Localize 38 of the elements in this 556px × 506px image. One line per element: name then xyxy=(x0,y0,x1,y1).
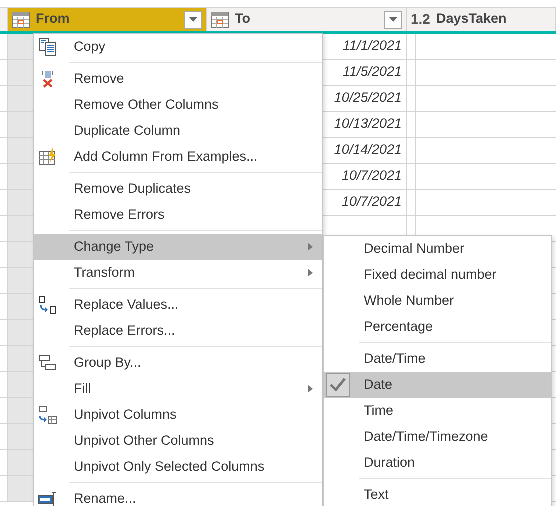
menu-item[interactable]: Duration xyxy=(324,450,551,476)
column-title: From xyxy=(36,10,71,28)
menu-item[interactable]: Rename... xyxy=(34,486,322,506)
column-title: To xyxy=(235,10,252,28)
column-header[interactable]: From xyxy=(8,8,207,31)
menu-item[interactable]: Text xyxy=(324,482,551,506)
dropdown-button[interactable] xyxy=(384,10,402,28)
dropdown-button[interactable] xyxy=(184,10,202,28)
table-lightning-icon xyxy=(38,148,58,166)
menu-item[interactable]: Fill xyxy=(34,376,322,402)
menu-item[interactable]: Time xyxy=(324,398,551,424)
menu-item[interactable]: Fixed decimal number xyxy=(324,262,551,288)
caret-icon xyxy=(388,17,398,22)
menu-item[interactable]: Replace Errors... xyxy=(34,318,322,344)
menu-item[interactable]: Unpivot Only Selected Columns xyxy=(34,454,322,480)
column-title: DaysTaken xyxy=(436,10,508,28)
menu-item[interactable]: Transform xyxy=(34,260,322,286)
menu-item[interactable]: Whole Number xyxy=(324,288,551,314)
type-label: 1.2 xyxy=(411,10,430,29)
menu-item[interactable]: Change Type xyxy=(34,234,322,260)
menu-item[interactable]: Unpivot Columns xyxy=(34,402,322,428)
column-header[interactable]: To xyxy=(207,8,407,31)
column-header[interactable]: 1.2 DaysTaken xyxy=(407,8,556,31)
menu-item[interactable]: Group By... xyxy=(34,350,322,376)
menu-item[interactable]: Unpivot Other Columns xyxy=(34,428,322,454)
menu-item[interactable]: Decimal Number xyxy=(324,236,551,262)
caret-icon xyxy=(188,17,198,22)
menu-item[interactable]: Percentage xyxy=(324,314,551,340)
group-by-icon xyxy=(38,354,58,372)
unpivot-icon xyxy=(38,406,58,424)
replace-arrow-icon xyxy=(38,296,58,314)
copy-icon xyxy=(38,38,58,56)
calendar-icon xyxy=(211,12,229,28)
calendar-icon xyxy=(12,12,30,28)
menu-item[interactable]: Date xyxy=(324,372,551,398)
menu-item[interactable]: Replace Values... xyxy=(34,292,322,318)
menu-item[interactable]: Date/Time xyxy=(324,346,551,372)
menu-item[interactable]: Date/Time/Timezone xyxy=(324,424,551,450)
